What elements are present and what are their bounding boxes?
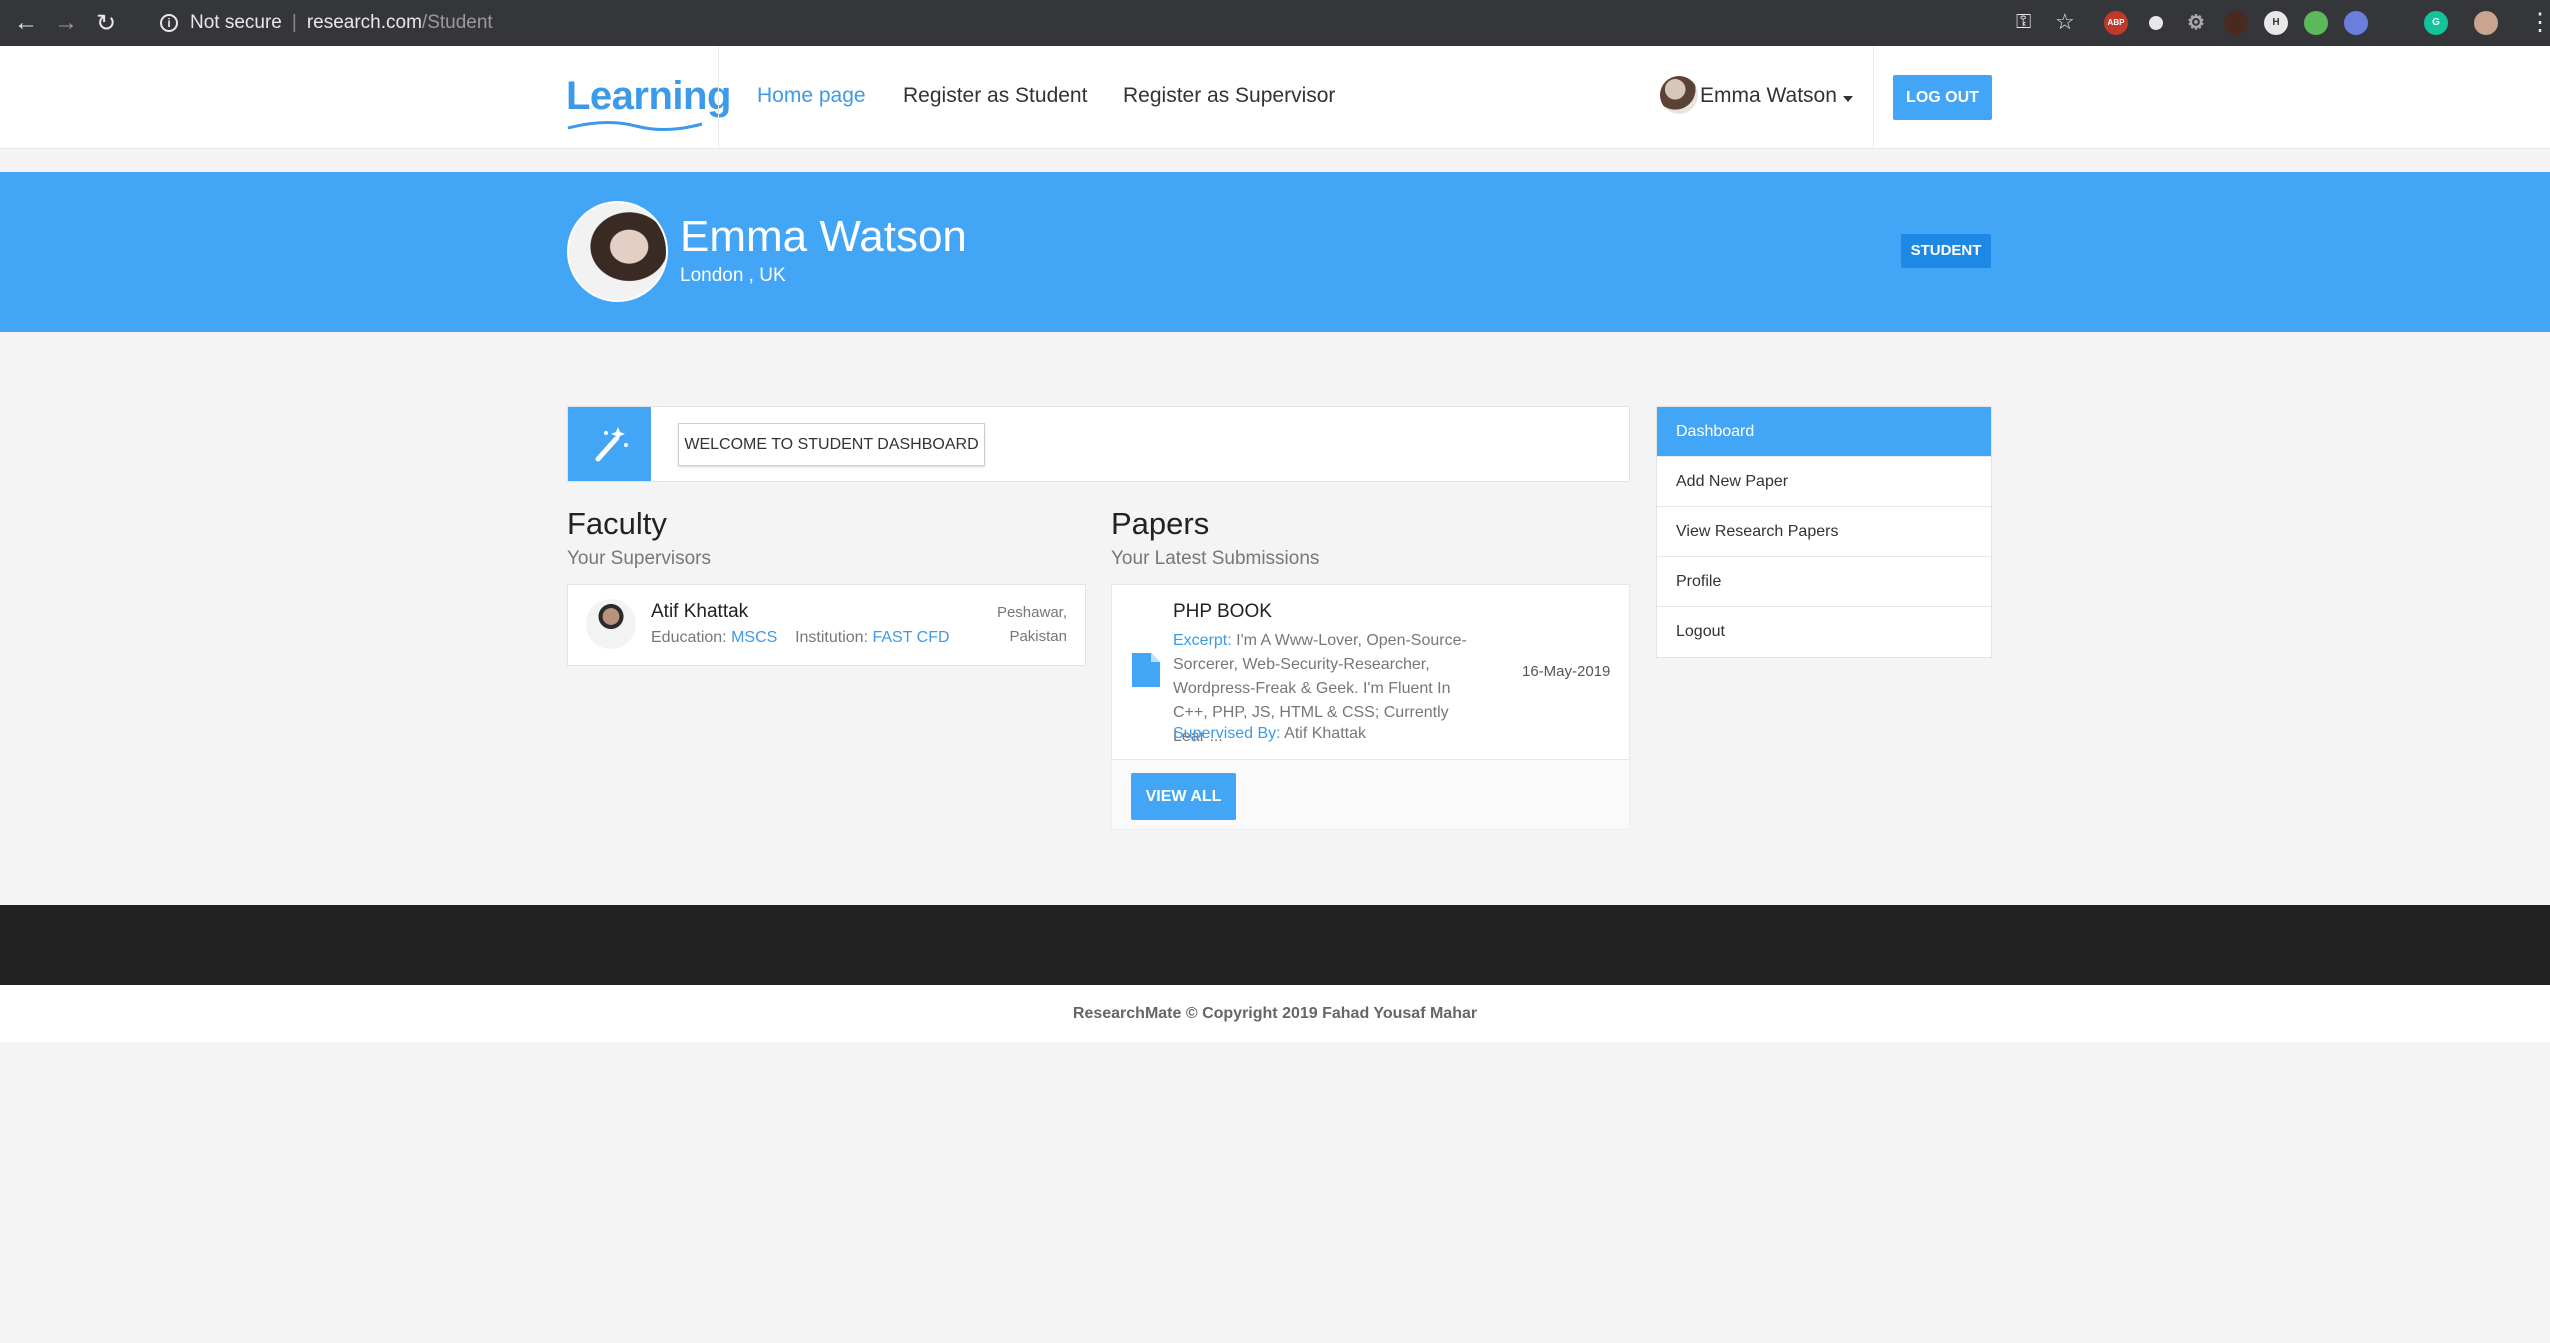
side-menu-dashboard[interactable]: Dashboard [1657,407,1991,457]
address-bar[interactable]: research.com/Student [307,12,493,34]
nav-register-supervisor-link[interactable]: Register as Supervisor [1123,84,1335,108]
nav-divider [1873,46,1874,149]
nav-home-link[interactable]: Home page [757,84,866,108]
reload-icon[interactable]: ↻ [86,9,126,38]
dashboard-side-menu: Dashboard Add New Paper View Research Pa… [1656,406,1992,658]
welcome-icon-box [568,407,651,481]
site-logo[interactable]: Learning [566,74,731,119]
supervised-by-label: Supervised By: [1173,725,1281,742]
adblock-extension-icon[interactable]: ABP [2104,11,2128,35]
papers-title: Papers [1111,506,1210,541]
extension-h-icon[interactable]: H [2264,11,2288,35]
profile-banner: Emma Watson London , UK STUDENT [0,172,2550,332]
grammarly-extension-icon[interactable]: G [2424,11,2448,35]
extension-leaf-icon[interactable] [2304,11,2328,35]
logout-button[interactable]: LOG OUT [1893,75,1992,120]
extension-globe-icon[interactable] [2344,11,2368,35]
view-all-button[interactable]: VIEW ALL [1131,773,1236,820]
url-path: /Student [421,12,493,33]
welcome-card: WELCOME TO STUDENT DASHBOARD [567,406,1630,482]
supervisor-avatar [586,599,636,649]
side-menu-view-papers[interactable]: View Research Papers [1657,507,1991,557]
institution-link[interactable]: FAST CFD [872,629,949,646]
supervisor-name: Atif Khattak [651,601,749,622]
security-status: Not secure [190,12,282,33]
profile-name: Emma Watson [680,212,967,261]
nav-register-student-link[interactable]: Register as Student [903,84,1087,108]
institution-label: Institution: [795,629,869,646]
chevron-down-icon[interactable] [1843,96,1853,102]
paper-supervisor: Supervised By: Atif Khattak [1173,725,1366,743]
extension-dot-icon[interactable] [2224,11,2248,35]
faculty-title: Faculty [567,506,667,541]
paper-title[interactable]: PHP BOOK [1173,601,1272,623]
menu-kebab-icon[interactable]: ⋮ [2528,8,2550,37]
key-icon[interactable]: ⚿ [2016,11,2031,34]
welcome-dashboard-button[interactable]: WELCOME TO STUDENT DASHBOARD [678,423,985,466]
profile-location: London , UK [680,265,786,286]
user-menu-name[interactable]: Emma Watson [1700,84,1837,108]
extension-gear-icon[interactable]: ⚙ [2184,11,2208,35]
education-label: Education: [651,629,727,646]
footer-copyright: ResearchMate © Copyright 2019 Fahad Yous… [0,985,2550,1042]
papers-subtitle: Your Latest Submissions [1111,548,1320,569]
nav-divider [718,46,719,149]
browser-toolbar: ← → ↻ i Not secure | research.com/Studen… [0,0,2550,46]
excerpt-label: Excerpt: [1173,632,1232,649]
url-host: research.com [306,12,422,33]
site-header: Learning Home page Register as Student R… [0,46,2550,149]
supervisor-meta: Education: MSCS Institution: FAST CFD [651,629,950,647]
paper-date: 16-May-2019 [1522,663,1611,680]
site-info-icon[interactable]: i [160,14,178,32]
supervisor-country: Pakistan [1009,628,1067,645]
side-menu-logout[interactable]: Logout [1657,607,1991,657]
paper-card[interactable]: PHP BOOK Excerpt: I'm A Www-Lover, Open-… [1111,584,1630,760]
papers-footer: VIEW ALL [1111,760,1630,830]
side-menu-profile[interactable]: Profile [1657,557,1991,607]
document-icon [1132,653,1160,687]
url-separator: | [291,12,297,33]
magic-wand-icon [595,427,628,462]
role-badge: STUDENT [1901,234,1991,268]
back-icon[interactable]: ← [6,9,46,37]
supervisor-card[interactable]: Atif Khattak Education: MSCS Institution… [567,584,1086,666]
profile-avatar [567,201,668,302]
footer-band [0,905,2550,985]
profile-avatar-icon[interactable] [2474,11,2498,35]
supervised-by-name: Atif Khattak [1284,725,1366,742]
supervisor-location: Peshawar, Pakistan [947,601,1067,649]
side-menu-add-paper[interactable]: Add New Paper [1657,457,1991,507]
education-link[interactable]: MSCS [731,629,777,646]
extension-circle-icon[interactable] [2144,11,2168,35]
faculty-subtitle: Your Supervisors [567,548,711,569]
logo-swoosh-icon [567,120,703,132]
user-avatar[interactable] [1660,76,1698,114]
supervisor-city: Peshawar, [996,604,1067,621]
bookmark-star-icon[interactable]: ☆ [2055,9,2075,35]
forward-icon[interactable]: → [46,9,86,37]
